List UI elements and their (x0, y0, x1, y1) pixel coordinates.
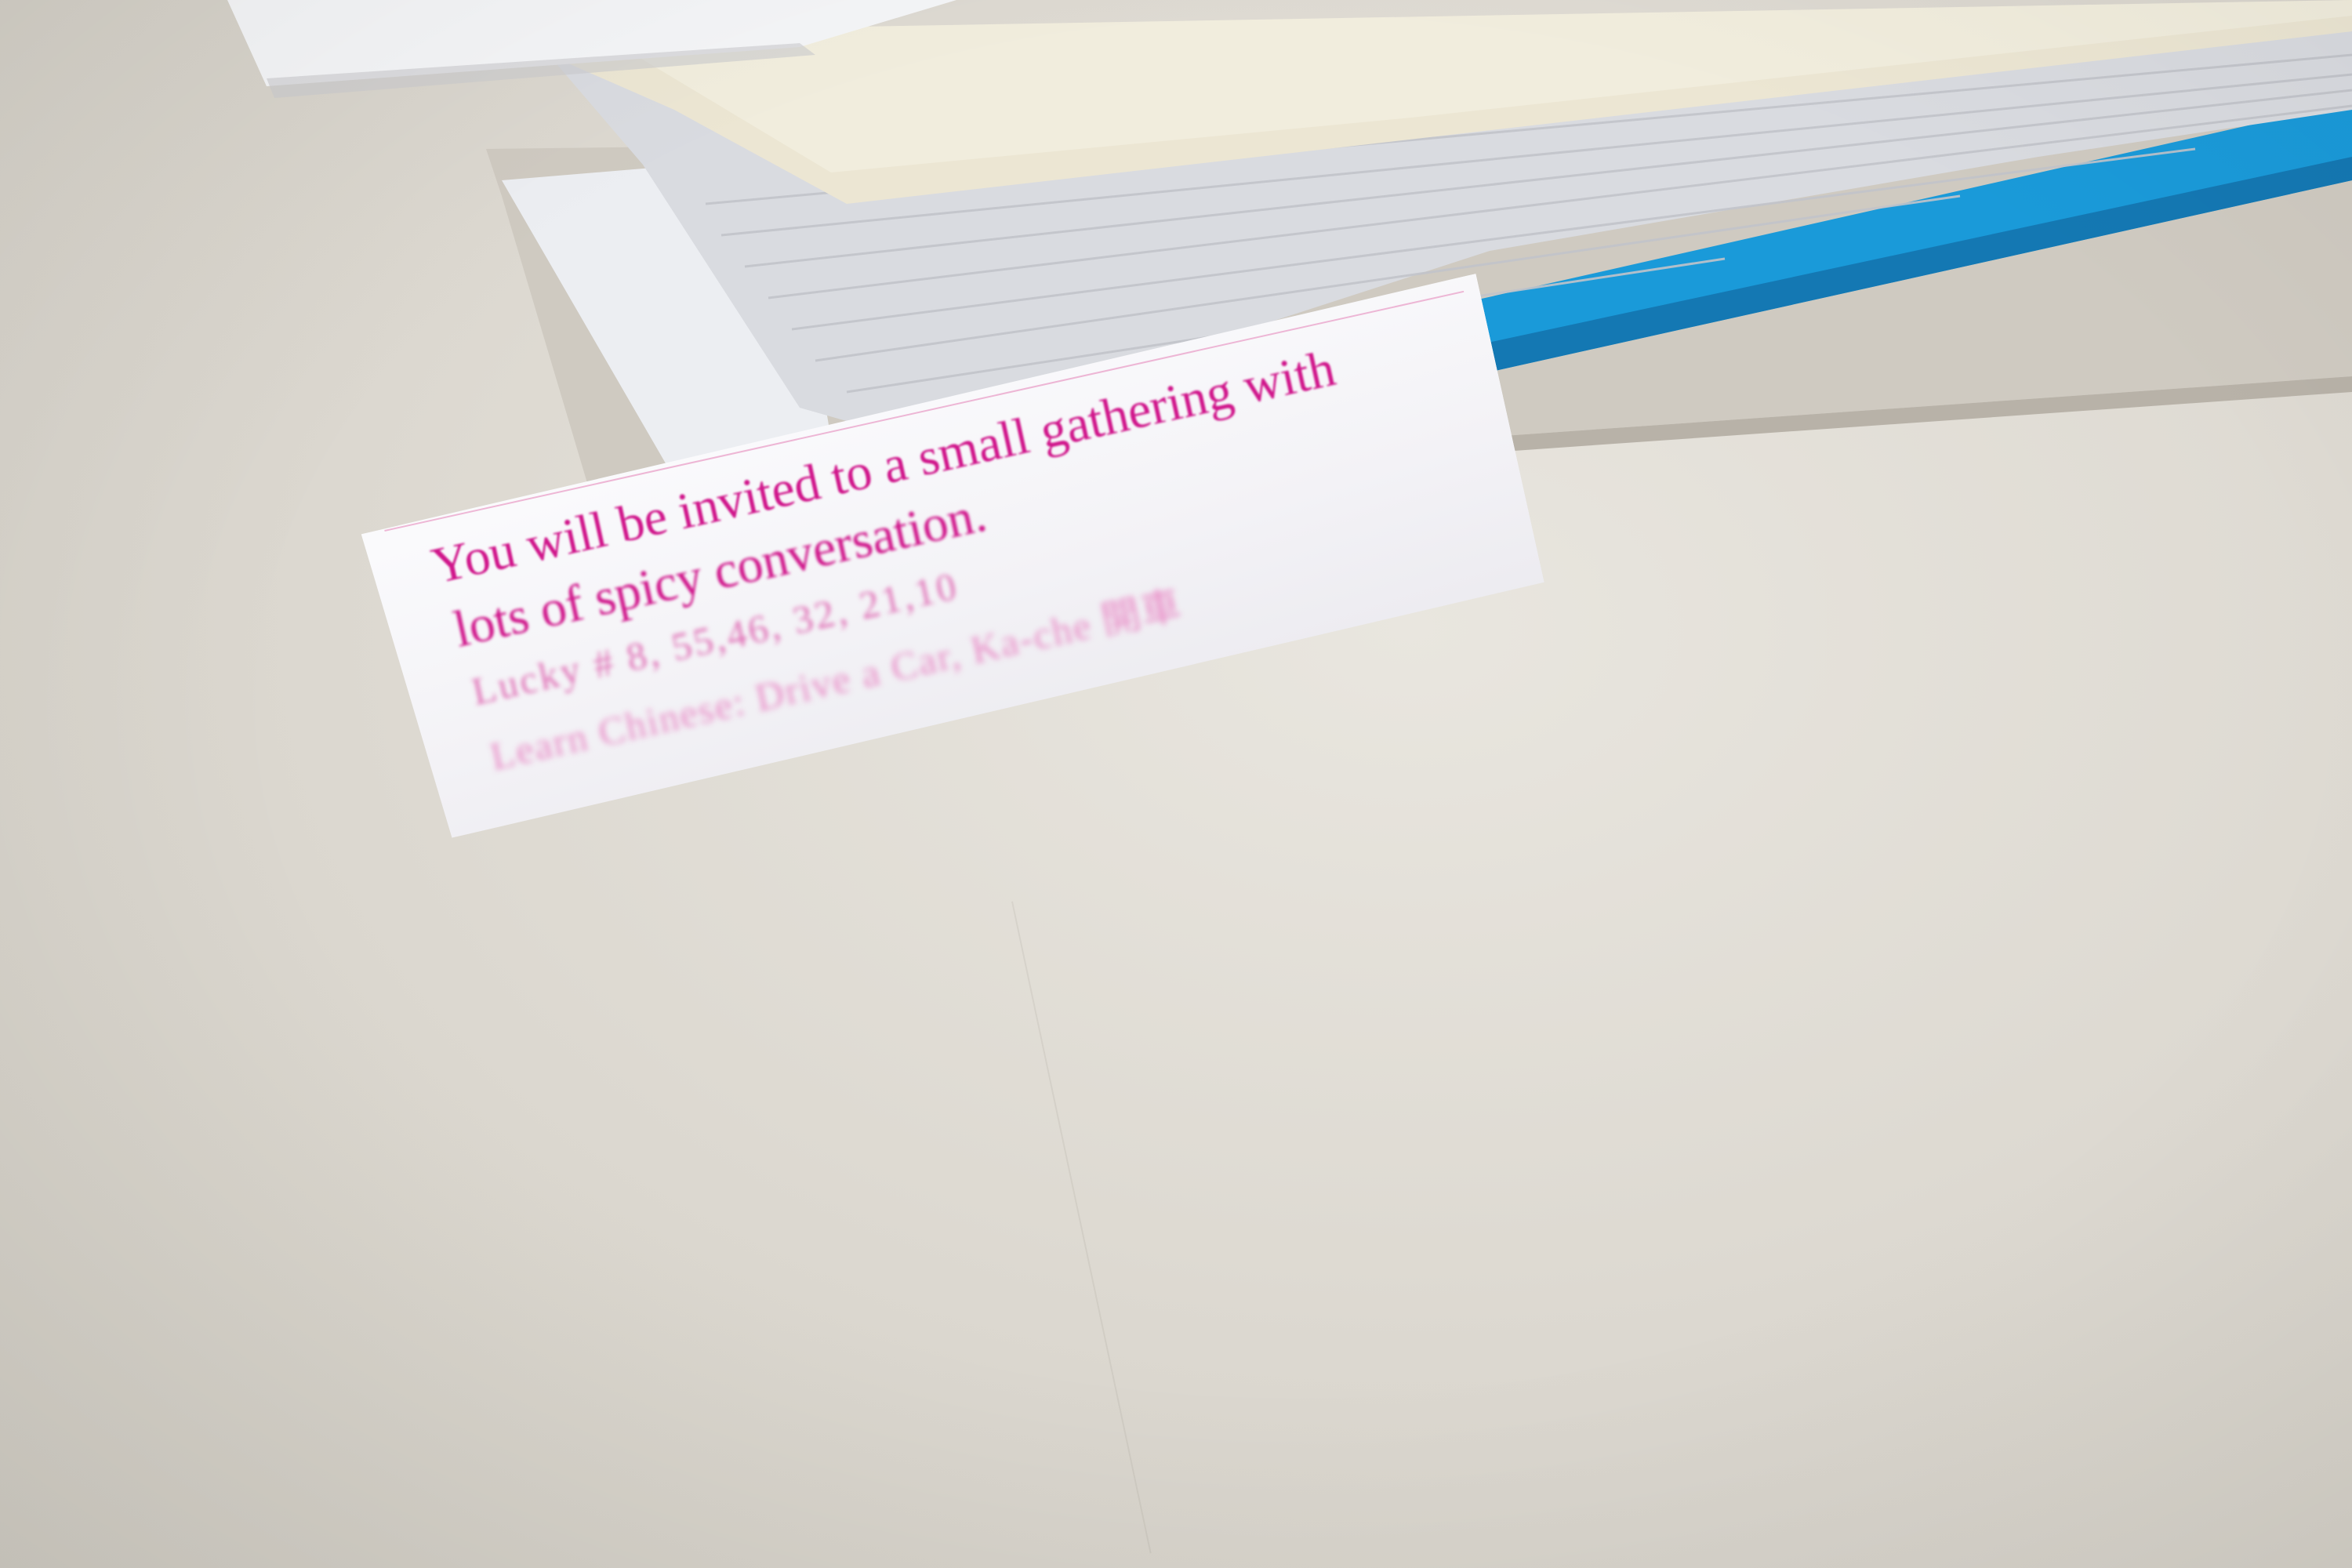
desk-seam (1011, 901, 1152, 1554)
desk-scene: You will be invited to a small gathering… (0, 0, 2352, 1568)
